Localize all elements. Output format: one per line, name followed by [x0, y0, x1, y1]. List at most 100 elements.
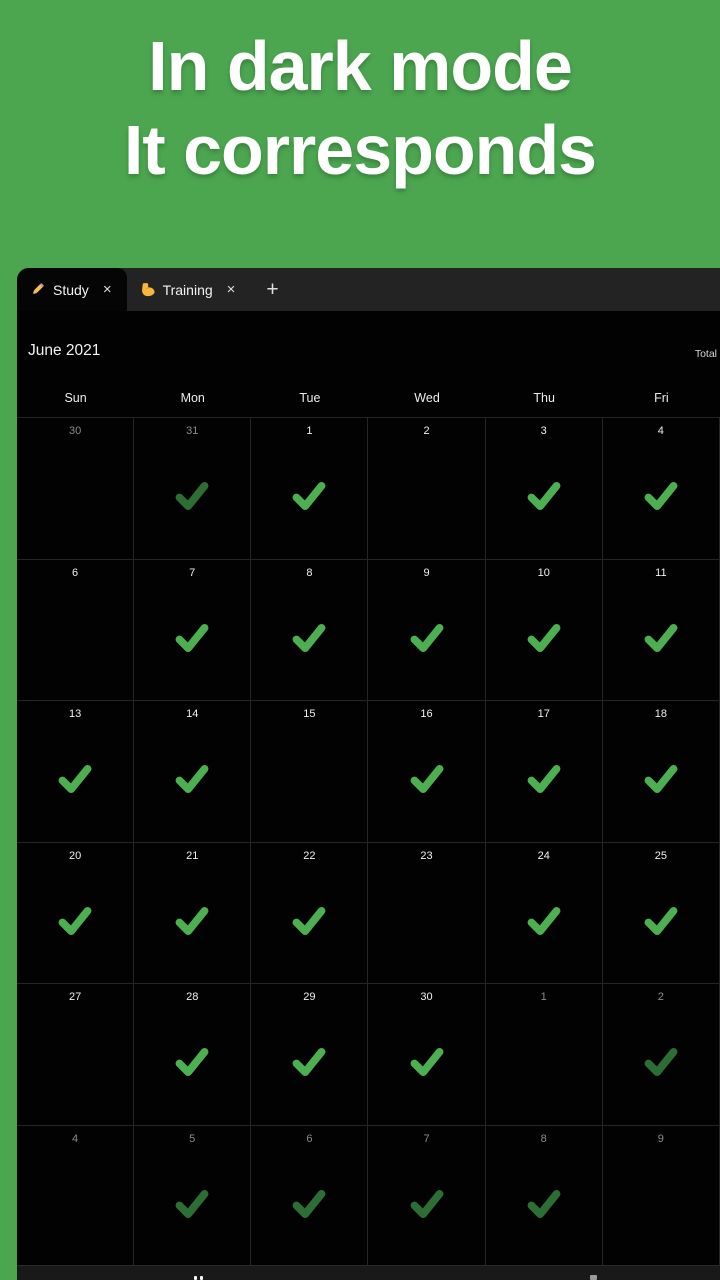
day-cell[interactable]: 6: [17, 559, 135, 701]
day-cell[interactable]: 9: [602, 1125, 720, 1267]
day-cell[interactable]: 24: [485, 842, 603, 984]
day-cell[interactable]: 18: [602, 701, 720, 843]
check-icon: [644, 906, 678, 940]
day-cell[interactable]: 8: [251, 559, 369, 701]
day-cell[interactable]: 15: [251, 701, 369, 843]
close-tab-icon[interactable]: ×: [100, 280, 115, 299]
check-icon: [410, 1189, 444, 1223]
day-number: 6: [72, 566, 79, 579]
day-number: 28: [186, 991, 199, 1003]
day-number: 5: [189, 1132, 196, 1145]
day-cell[interactable]: 13: [17, 701, 135, 843]
habit-tracker-panel: Study × Training × + June 2021 Total Sun…: [17, 268, 720, 1280]
day-header: Mon: [180, 391, 205, 405]
day-number: 4: [657, 425, 664, 437]
new-tab-button[interactable]: +: [250, 268, 294, 311]
check-icon: [527, 764, 561, 798]
banner-line-1: In dark mode: [148, 27, 573, 105]
day-cell[interactable]: 28: [134, 984, 252, 1126]
day-cell[interactable]: 20: [17, 842, 135, 984]
day-cell[interactable]: 30: [368, 984, 486, 1126]
day-cell[interactable]: 6: [251, 1125, 369, 1267]
day-number: 6: [306, 1132, 313, 1145]
day-number: 1: [306, 425, 313, 437]
day-cell[interactable]: 10: [485, 559, 603, 701]
bottom-bar-partial-icon[interactable]: [590, 1275, 597, 1280]
check-icon: [292, 1047, 326, 1081]
day-cell[interactable]: 14: [134, 701, 252, 843]
day-number: 25: [654, 849, 667, 862]
check-icon: [410, 623, 444, 657]
banner-line-2: It corresponds: [123, 111, 597, 189]
day-number: 22: [303, 849, 316, 862]
total-label: Total: [694, 348, 717, 360]
flexed-biceps-icon: [139, 281, 156, 298]
day-header: Fri: [654, 391, 669, 405]
day-headers: Sun Mon Tue Wed Thu Fri: [17, 385, 720, 405]
day-cell[interactable]: 21: [134, 842, 252, 984]
day-number: 7: [423, 1132, 430, 1145]
day-cell[interactable]: 9: [368, 559, 486, 701]
check-icon: [292, 623, 326, 657]
day-cell[interactable]: 7: [368, 1125, 486, 1267]
day-cell[interactable]: 2: [602, 984, 720, 1126]
day-header: Tue: [299, 391, 321, 405]
day-cell[interactable]: 5: [134, 1125, 252, 1267]
day-cell[interactable]: 2: [368, 418, 486, 560]
day-cell[interactable]: 4: [17, 1125, 135, 1267]
bottom-bar-partial-icon[interactable]: [194, 1276, 197, 1280]
day-number: 18: [654, 708, 667, 720]
day-number: 1: [540, 991, 547, 1003]
day-cell[interactable]: 22: [251, 842, 369, 984]
day-cell[interactable]: 30: [17, 418, 135, 560]
day-header: Thu: [533, 391, 555, 405]
day-cell[interactable]: 16: [368, 701, 486, 843]
day-number: 16: [420, 708, 433, 720]
day-number: 20: [68, 849, 82, 862]
check-icon: [527, 481, 561, 515]
check-icon: [644, 481, 678, 515]
day-cell[interactable]: 11: [602, 559, 720, 701]
day-cell[interactable]: 23: [368, 842, 486, 984]
check-icon: [175, 1189, 209, 1223]
day-number: 8: [540, 1132, 547, 1145]
day-cell[interactable]: 8: [485, 1125, 603, 1267]
day-cell[interactable]: 1: [485, 984, 603, 1126]
check-icon: [175, 906, 209, 940]
day-cell[interactable]: 29: [251, 984, 369, 1126]
tab-label: Training: [162, 281, 213, 298]
check-icon: [292, 906, 326, 940]
tab-study[interactable]: Study ×: [17, 268, 127, 311]
day-cell[interactable]: 31: [134, 418, 252, 560]
tab-training[interactable]: Training ×: [127, 268, 251, 311]
day-cell[interactable]: 25: [602, 842, 720, 984]
check-icon: [644, 623, 678, 657]
check-icon: [410, 764, 444, 798]
day-number: 11: [655, 566, 667, 579]
check-icon: [58, 764, 92, 798]
check-icon: [644, 764, 678, 798]
day-cell[interactable]: 3: [485, 418, 603, 560]
check-icon: [292, 1189, 326, 1223]
tab-bar: Study × Training × +: [17, 268, 720, 311]
bottom-toolbar: [17, 1265, 720, 1280]
day-cell[interactable]: 1: [251, 418, 369, 560]
day-number: 29: [303, 991, 316, 1003]
calendar-grid: 30 31 1 2 3 4 6 7 8 9 10 11 13 14 15 16 17 18 20 21 22 23 24 25…: [17, 417, 720, 1267]
day-number: 4: [72, 1132, 79, 1145]
day-cell[interactable]: 7: [134, 559, 252, 701]
day-number: 30: [420, 991, 433, 1003]
bottom-bar-partial-icon[interactable]: [200, 1276, 203, 1280]
day-number: 3: [540, 425, 547, 437]
day-cell[interactable]: 27: [17, 984, 135, 1126]
day-number: 2: [423, 425, 430, 437]
check-icon: [175, 481, 209, 515]
day-cell[interactable]: 4: [602, 418, 720, 560]
banner: In dark mode It corresponds: [0, 0, 720, 268]
day-cell[interactable]: 17: [485, 701, 603, 843]
day-number: 8: [306, 566, 313, 579]
day-number: 23: [420, 849, 433, 862]
pencil-icon: [29, 281, 46, 298]
close-tab-icon[interactable]: ×: [224, 280, 239, 299]
check-icon: [527, 1189, 561, 1223]
